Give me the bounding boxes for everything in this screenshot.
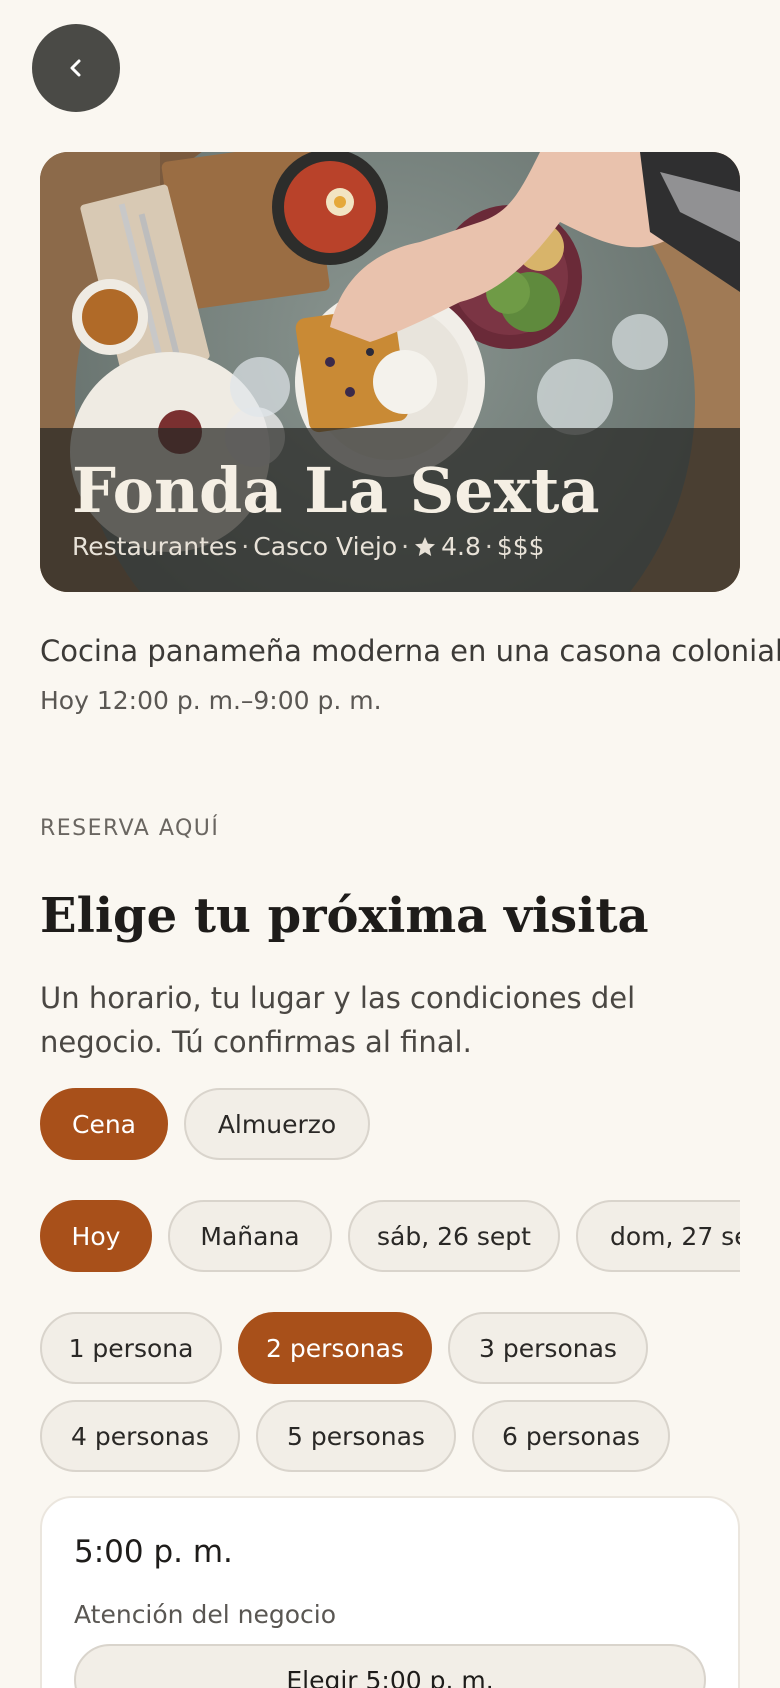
meta-separator: ·: [241, 532, 250, 561]
meta-separator: ·: [401, 532, 410, 561]
slot-time: 5:00 p. m.: [74, 1534, 233, 1570]
time-slot-card: 5:00 p. m. Atención del negocio Elegir 5…: [40, 1496, 740, 1688]
booking-eyebrow: RESERVA AQUÍ: [40, 816, 220, 841]
back-button[interactable]: [32, 24, 120, 112]
meal-chip-cena[interactable]: Cena: [40, 1088, 168, 1160]
booking-subtitle: Un horario, tu lugar y las condiciones d…: [40, 981, 636, 1059]
party-chip-5[interactable]: 5 personas: [256, 1400, 456, 1472]
restaurant-price: $$$: [496, 532, 545, 561]
chevron-left-icon: [70, 59, 81, 77]
star-icon: [415, 536, 436, 556]
hero-card[interactable]: Fonda La Sexta Restaurantes · Casco Viej…: [40, 152, 740, 592]
restaurant-category: Restaurantes: [72, 532, 238, 561]
date-chip-manana[interactable]: Mañana: [168, 1200, 332, 1272]
choose-slot-button[interactable]: Elegir 5:00 p. m.: [74, 1644, 706, 1688]
restaurant-meta: Restaurantes · Casco Viejo · 4.8 · $$$: [72, 532, 545, 561]
date-chip-sab-26[interactable]: sáb, 26 sept: [348, 1200, 560, 1272]
restaurant-area: Casco Viejo: [253, 532, 398, 561]
party-chip-3[interactable]: 3 personas: [448, 1312, 648, 1384]
slot-note: Atención del negocio: [74, 1600, 336, 1629]
date-chip-hoy[interactable]: Hoy: [40, 1200, 152, 1272]
meta-separator: ·: [484, 532, 493, 561]
date-selector[interactable]: Hoy Mañana sáb, 26 sept dom, 27 sept: [40, 1200, 740, 1274]
date-chip-dom-27[interactable]: dom, 27 sept: [576, 1200, 740, 1272]
restaurant-tagline: Cocina panameña moderna en una casona co…: [40, 634, 780, 668]
opening-hours: Hoy 12:00 p. m.–9:00 p. m.: [40, 686, 382, 715]
booking-title: Elige tu próxima visita: [40, 888, 649, 944]
meal-chip-almuerzo[interactable]: Almuerzo: [184, 1088, 370, 1160]
restaurant-rating: 4.8: [441, 532, 481, 561]
restaurant-name: Fonda La Sexta: [72, 454, 600, 527]
party-chip-4[interactable]: 4 personas: [40, 1400, 240, 1472]
party-chip-2[interactable]: 2 personas: [238, 1312, 432, 1384]
party-chip-6[interactable]: 6 personas: [472, 1400, 670, 1472]
party-chip-1[interactable]: 1 persona: [40, 1312, 222, 1384]
